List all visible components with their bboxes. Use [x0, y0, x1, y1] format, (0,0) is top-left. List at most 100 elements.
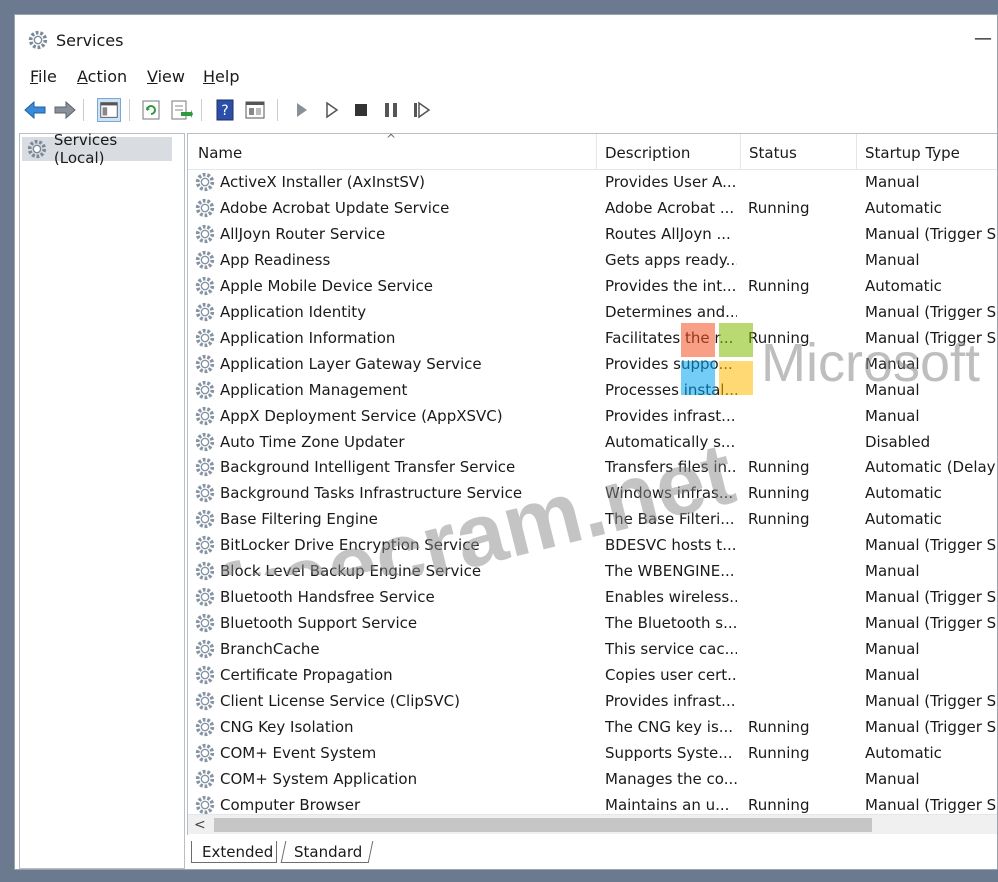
toolbar: ?	[15, 95, 997, 127]
window-title: Services	[56, 31, 124, 50]
table-row[interactable]: Adobe Acrobat Update Service Adobe Acroba…	[188, 196, 997, 222]
start-service-alt-icon[interactable]	[319, 98, 343, 122]
service-startup-type: Manual	[865, 380, 920, 399]
service-name: AppX Deployment Service (AppXSVC)	[220, 406, 503, 425]
back-arrow-icon[interactable]	[23, 98, 47, 122]
service-gear-icon	[194, 197, 218, 221]
services-window: Services — File Action View Help ? Servi…	[14, 14, 998, 870]
services-list-pane: ^ Name Description Status Startup Type A…	[187, 133, 997, 869]
service-description: Windows infras...	[605, 484, 734, 503]
service-description: The Base Filteri...	[605, 510, 735, 529]
service-description: Provides User A...	[605, 173, 737, 191]
service-startup-type: Manual	[865, 562, 920, 581]
service-status: Running	[748, 743, 810, 762]
service-description: Routes AllJoyn ...	[605, 224, 731, 243]
refresh-icon[interactable]	[139, 98, 163, 122]
table-row[interactable]: BranchCache This service cac... Manual	[188, 637, 997, 663]
table-row[interactable]: Block Level Backup Engine Service The WBE…	[188, 559, 997, 585]
stop-service-icon[interactable]	[349, 98, 373, 122]
service-name: Application Identity	[220, 302, 367, 321]
column-header-status[interactable]: Status	[741, 134, 857, 170]
tab-extended[interactable]: Extended	[191, 841, 277, 863]
restart-service-icon[interactable]	[409, 98, 433, 122]
service-description: Facilitates the r...	[605, 328, 734, 347]
help-icon[interactable]: ?	[213, 98, 237, 122]
service-name: App Readiness	[220, 250, 331, 269]
menu-action[interactable]: Action	[77, 67, 127, 86]
table-row[interactable]: Bluetooth Support Service The Bluetooth s…	[188, 611, 997, 637]
start-service-icon[interactable]	[289, 98, 313, 122]
service-description: Provides infrast...	[605, 692, 736, 710]
menu-view[interactable]: View	[147, 67, 185, 86]
service-status: Running	[748, 458, 810, 477]
service-name: BranchCache	[220, 640, 320, 659]
table-row[interactable]: AllJoyn Router Service Routes AllJoyn ...…	[188, 222, 997, 248]
service-startup-type: Manual	[865, 640, 920, 659]
service-description: Transfers files in...	[605, 458, 737, 477]
export-list-icon[interactable]	[169, 98, 193, 122]
table-row[interactable]: Apple Mobile Device Service Provides the …	[188, 274, 997, 300]
service-description: Provides infrast...	[605, 406, 736, 425]
service-name: AllJoyn Router Service	[220, 224, 386, 243]
service-startup-type: Automatic	[865, 743, 942, 762]
table-row[interactable]: AppX Deployment Service (AppXSVC) Provide…	[188, 404, 997, 430]
table-row[interactable]: Client License Service (ClipSVC) Provides…	[188, 689, 997, 715]
service-name: Auto Time Zone Updater	[220, 432, 405, 451]
service-status: Running	[748, 510, 810, 529]
service-name: Base Filtering Engine	[220, 510, 378, 529]
forward-arrow-icon[interactable]	[53, 98, 77, 122]
service-status: Running	[748, 484, 810, 503]
console-tree: Services (Local)	[19, 131, 185, 869]
menu-file[interactable]: File	[30, 67, 57, 86]
service-gear-icon	[194, 327, 218, 351]
service-gear-icon	[194, 431, 218, 455]
service-gear-icon	[194, 742, 218, 766]
service-description: Processes instal...	[605, 380, 737, 399]
table-row[interactable]: Application Identity Determines and... Man…	[188, 300, 997, 326]
column-header-name[interactable]: Name	[188, 134, 597, 170]
service-description: Maintains an u...	[605, 795, 730, 814]
service-description: Enables wireless...	[605, 588, 737, 607]
service-startup-type: Automatic	[865, 510, 942, 529]
horizontal-scrollbar[interactable]: <	[188, 814, 997, 835]
service-startup-type: Automatic	[865, 484, 942, 503]
service-description: BDESVC hosts t...	[605, 536, 737, 555]
table-row[interactable]: Background Intelligent Transfer Service T…	[188, 455, 997, 481]
show-hide-console-tree-icon[interactable]	[97, 98, 121, 122]
table-row[interactable]: Certificate Propagation Copies user cert.…	[188, 663, 997, 689]
scroll-thumb[interactable]	[214, 818, 872, 832]
table-row[interactable]: BitLocker Drive Encryption Service BDESVC…	[188, 533, 997, 559]
service-description: Copies user cert...	[605, 666, 737, 685]
service-gear-icon	[194, 508, 218, 532]
table-row[interactable]: App Readiness Gets apps ready... Manual	[188, 248, 997, 274]
service-gear-icon	[194, 638, 218, 662]
service-startup-type: Manual	[865, 354, 920, 373]
minimize-button[interactable]: —	[971, 27, 995, 51]
pause-service-icon[interactable]	[379, 98, 403, 122]
table-row[interactable]: Application Information Facilitates the r…	[188, 326, 997, 352]
service-startup-type: Automatic	[865, 198, 942, 217]
service-gear-icon	[194, 534, 218, 558]
menu-help[interactable]: Help	[203, 67, 239, 86]
service-gear-icon	[194, 664, 218, 688]
tab-standard[interactable]: Standard	[280, 841, 374, 863]
scroll-left-icon[interactable]: <	[194, 815, 206, 835]
column-header-description[interactable]: Description	[597, 134, 741, 170]
table-row[interactable]: Application Layer Gateway Service Provide…	[188, 352, 997, 378]
table-row[interactable]: Bluetooth Handsfree Service Enables wirel…	[188, 585, 997, 611]
table-row[interactable]: COM+ System Application Manages the co...…	[188, 767, 997, 793]
tree-node-services-local[interactable]: Services (Local)	[22, 131, 172, 167]
service-startup-type: Manual (Trigger S	[865, 302, 997, 321]
service-startup-type: Automatic	[865, 276, 942, 295]
tree-node-label: Services (Local)	[53, 131, 118, 167]
table-row[interactable]: COM+ Event System Supports Syste... Runnin…	[188, 741, 997, 767]
table-row[interactable]: Auto Time Zone Updater Automatically s...…	[188, 430, 997, 456]
table-row[interactable]: ActiveX Installer (AxInstSV) Provides Use…	[188, 170, 997, 196]
properties-icon[interactable]	[243, 98, 267, 122]
service-name: Application Management	[220, 380, 408, 399]
table-row[interactable]: Application Management Processes instal..…	[188, 378, 997, 404]
table-row[interactable]: Base Filtering Engine The Base Filteri...…	[188, 507, 997, 533]
column-header-startup-type[interactable]: Startup Type	[857, 134, 997, 170]
table-row[interactable]: CNG Key Isolation The CNG key is... Runnin…	[188, 715, 997, 741]
table-row[interactable]: Background Tasks Infrastructure Service W…	[188, 481, 997, 507]
